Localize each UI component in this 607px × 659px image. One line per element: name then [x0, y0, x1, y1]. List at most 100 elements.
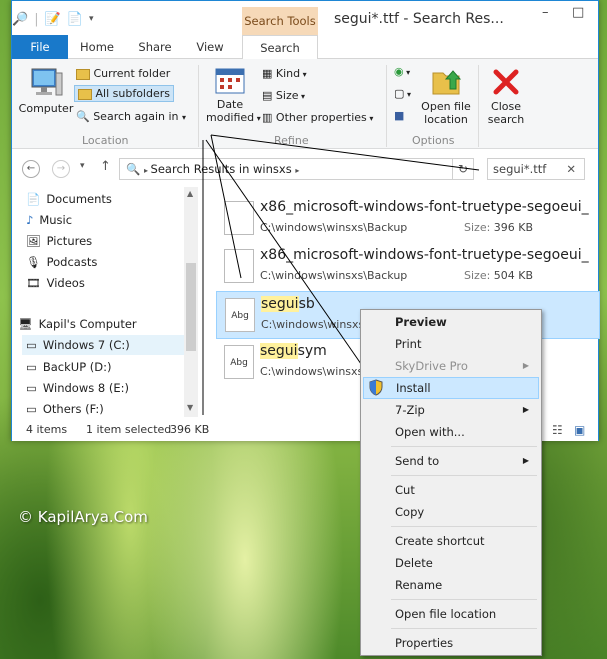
menu-item-delete[interactable]: Delete	[363, 552, 539, 574]
menu-label: SkyDrive Pro	[395, 359, 468, 373]
size-icon: ▤	[262, 89, 273, 102]
refresh-button[interactable]: ↻	[452, 158, 474, 180]
address-field[interactable]: 🔍 ▸ Search Results in winsxs ▸	[119, 158, 471, 180]
nav-item-music[interactable]: ♪ Music	[26, 210, 72, 230]
open-file-location-label-1: Open file	[421, 100, 471, 113]
nav-item-documents[interactable]: 📄 Documents	[26, 189, 112, 209]
tab-search[interactable]: Search	[242, 35, 318, 60]
menu-item-copy[interactable]: Copy	[363, 501, 539, 523]
tab-view[interactable]: View	[190, 35, 230, 59]
recent-searches-button[interactable]: ◉ ▾	[394, 65, 410, 78]
menu-item-properties[interactable]: Properties	[363, 632, 539, 654]
music-icon: ♪	[26, 213, 34, 227]
current-folder-button[interactable]: Current folder	[76, 67, 170, 80]
nav-label: BackUP (D:)	[42, 360, 112, 374]
nav-label: Podcasts	[46, 255, 98, 269]
nav-item-drive-c[interactable]: ▭ Windows 7 (C:)	[22, 335, 184, 355]
tab-file[interactable]: File	[12, 35, 68, 59]
menu-item-open-with[interactable]: Open with...	[363, 421, 539, 443]
clear-search-icon[interactable]: ✕	[566, 159, 576, 179]
nav-item-pictures[interactable]: 🖼 Pictures	[26, 231, 92, 251]
maximize-button[interactable]: □	[572, 5, 584, 20]
size-value: 504 KB	[493, 269, 534, 282]
menu-item-rename[interactable]: Rename	[363, 574, 539, 596]
all-subfolders-button[interactable]: All subfolders	[74, 85, 174, 102]
large-icons-view-icon[interactable]: ▣	[574, 423, 585, 437]
menu-item-open-file-location[interactable]: Open file location	[363, 603, 539, 625]
size-label: Size	[275, 89, 299, 102]
search-input[interactable]: segui*.ttf ✕	[487, 158, 585, 180]
new-folder-icon[interactable]: 📄	[67, 12, 83, 27]
nav-item-drive-e[interactable]: ▭ Windows 8 (E:)	[26, 378, 129, 398]
search-icon[interactable]: 🔎	[12, 12, 28, 27]
back-button[interactable]: ←	[22, 160, 40, 178]
forward-button[interactable]: →	[52, 160, 70, 178]
recent-locations-icon[interactable]: ▾	[80, 161, 85, 171]
file-name: x86_microsoft-windows-font-truetype-sego…	[260, 199, 590, 215]
file-icon	[224, 249, 254, 283]
menu-label: Install	[396, 381, 431, 395]
scroll-thumb[interactable]	[186, 263, 196, 351]
search-tools-context-tab: Search Tools	[242, 7, 318, 37]
details-view-icon[interactable]: ☷	[552, 423, 563, 437]
chevron-down-icon: ▾	[254, 114, 261, 123]
menu-item-skydrive-pro[interactable]: SkyDrive Pro ▶	[363, 355, 539, 377]
other-properties-button[interactable]: ▥ Other properties ▾	[262, 111, 373, 124]
nav-item-computer[interactable]: 🖥 Kapil's Computer	[18, 314, 137, 334]
close-search-label-1: Close	[491, 100, 521, 113]
menu-separator	[391, 628, 537, 629]
kind-icon: ▦	[262, 67, 273, 80]
menu-separator	[391, 599, 537, 600]
menu-item-create-shortcut[interactable]: Create shortcut	[363, 530, 539, 552]
size-button[interactable]: ▤ Size ▾	[262, 89, 305, 102]
watermark: © KapilArya.Com	[18, 508, 148, 526]
navigation-pane: 📄 Documents ♪ Music 🖼 Pictures 🎙 Podcasts 🎞 V…	[12, 187, 200, 417]
menu-item-preview[interactable]: Preview	[363, 311, 539, 333]
chevron-down-icon: ▾	[366, 114, 374, 123]
qat-dropdown-icon[interactable]: ▾	[89, 14, 94, 24]
menu-item-install[interactable]: Install	[363, 377, 539, 399]
menu-item-cut[interactable]: Cut	[363, 479, 539, 501]
up-button[interactable]: ↑	[100, 159, 111, 174]
font-file-icon: Abg	[224, 345, 254, 379]
documents-icon: 📄	[26, 192, 41, 206]
properties-icon[interactable]: 📝	[45, 12, 61, 27]
computer-button[interactable]: Computer	[18, 67, 74, 115]
menu-item-print[interactable]: Print	[363, 333, 539, 355]
tab-home[interactable]: Home	[74, 35, 120, 59]
titlebar: 🔎 | 📝 📄 ▾ Search Tools segui*.ttf - Sear…	[12, 1, 598, 37]
open-file-location-button[interactable]: Open file location	[418, 65, 474, 126]
nav-item-drive-f[interactable]: ▭ Others (F:)	[26, 399, 104, 419]
list-item[interactable]: x86_microsoft-windows-font-truetype-sego…	[216, 195, 600, 243]
podcasts-icon: 🎙	[26, 255, 41, 269]
nav-label: Kapil's Computer	[38, 317, 137, 331]
scroll-down-icon[interactable]: ▼	[187, 403, 193, 412]
tab-share[interactable]: Share	[132, 35, 178, 59]
minimize-button[interactable]: –	[542, 5, 549, 20]
search-again-button[interactable]: 🔍 Search again in ▾	[76, 110, 186, 123]
nav-item-videos[interactable]: 🎞 Videos	[26, 273, 85, 293]
file-icon	[224, 201, 254, 235]
nav-item-podcasts[interactable]: 🎙 Podcasts	[26, 252, 97, 272]
save-search-button[interactable]: ■	[394, 109, 404, 122]
close-search-button[interactable]: Close search	[484, 67, 528, 126]
list-item[interactable]: x86_microsoft-windows-font-truetype-sego…	[216, 243, 600, 291]
nav-label: Windows 7 (C:)	[42, 338, 130, 352]
open-file-location-label-2: location	[424, 113, 468, 126]
scroll-up-icon[interactable]: ▲	[187, 189, 193, 198]
kind-button[interactable]: ▦ Kind ▾	[262, 67, 307, 80]
chevron-down-icon: ▾	[300, 70, 307, 79]
search-again-icon: 🔍	[76, 110, 90, 123]
ribbon-separator	[386, 65, 387, 147]
menu-item-7zip[interactable]: 7-Zip ▶	[363, 399, 539, 421]
nav-scrollbar[interactable]: ▲ ▼	[184, 187, 198, 417]
quick-access-toolbar: 🔎 | 📝 📄 ▾	[12, 9, 93, 29]
date-modified-button[interactable]: Date modified ▾	[206, 67, 261, 124]
nav-item-drive-d[interactable]: ▭ BackUP (D:)	[26, 357, 112, 377]
qat-separator: |	[34, 11, 39, 27]
file-path: C:\windows\winsxs	[261, 318, 365, 331]
advanced-options-button[interactable]: ▢ ▾	[394, 87, 411, 100]
submenu-arrow-icon: ▶	[522, 361, 529, 370]
menu-item-send-to[interactable]: Send to ▶	[363, 450, 539, 472]
address-bar-row: ← → ▾ ↑ 🔍 ▸ Search Results in winsxs ▸ ↻…	[12, 151, 598, 187]
